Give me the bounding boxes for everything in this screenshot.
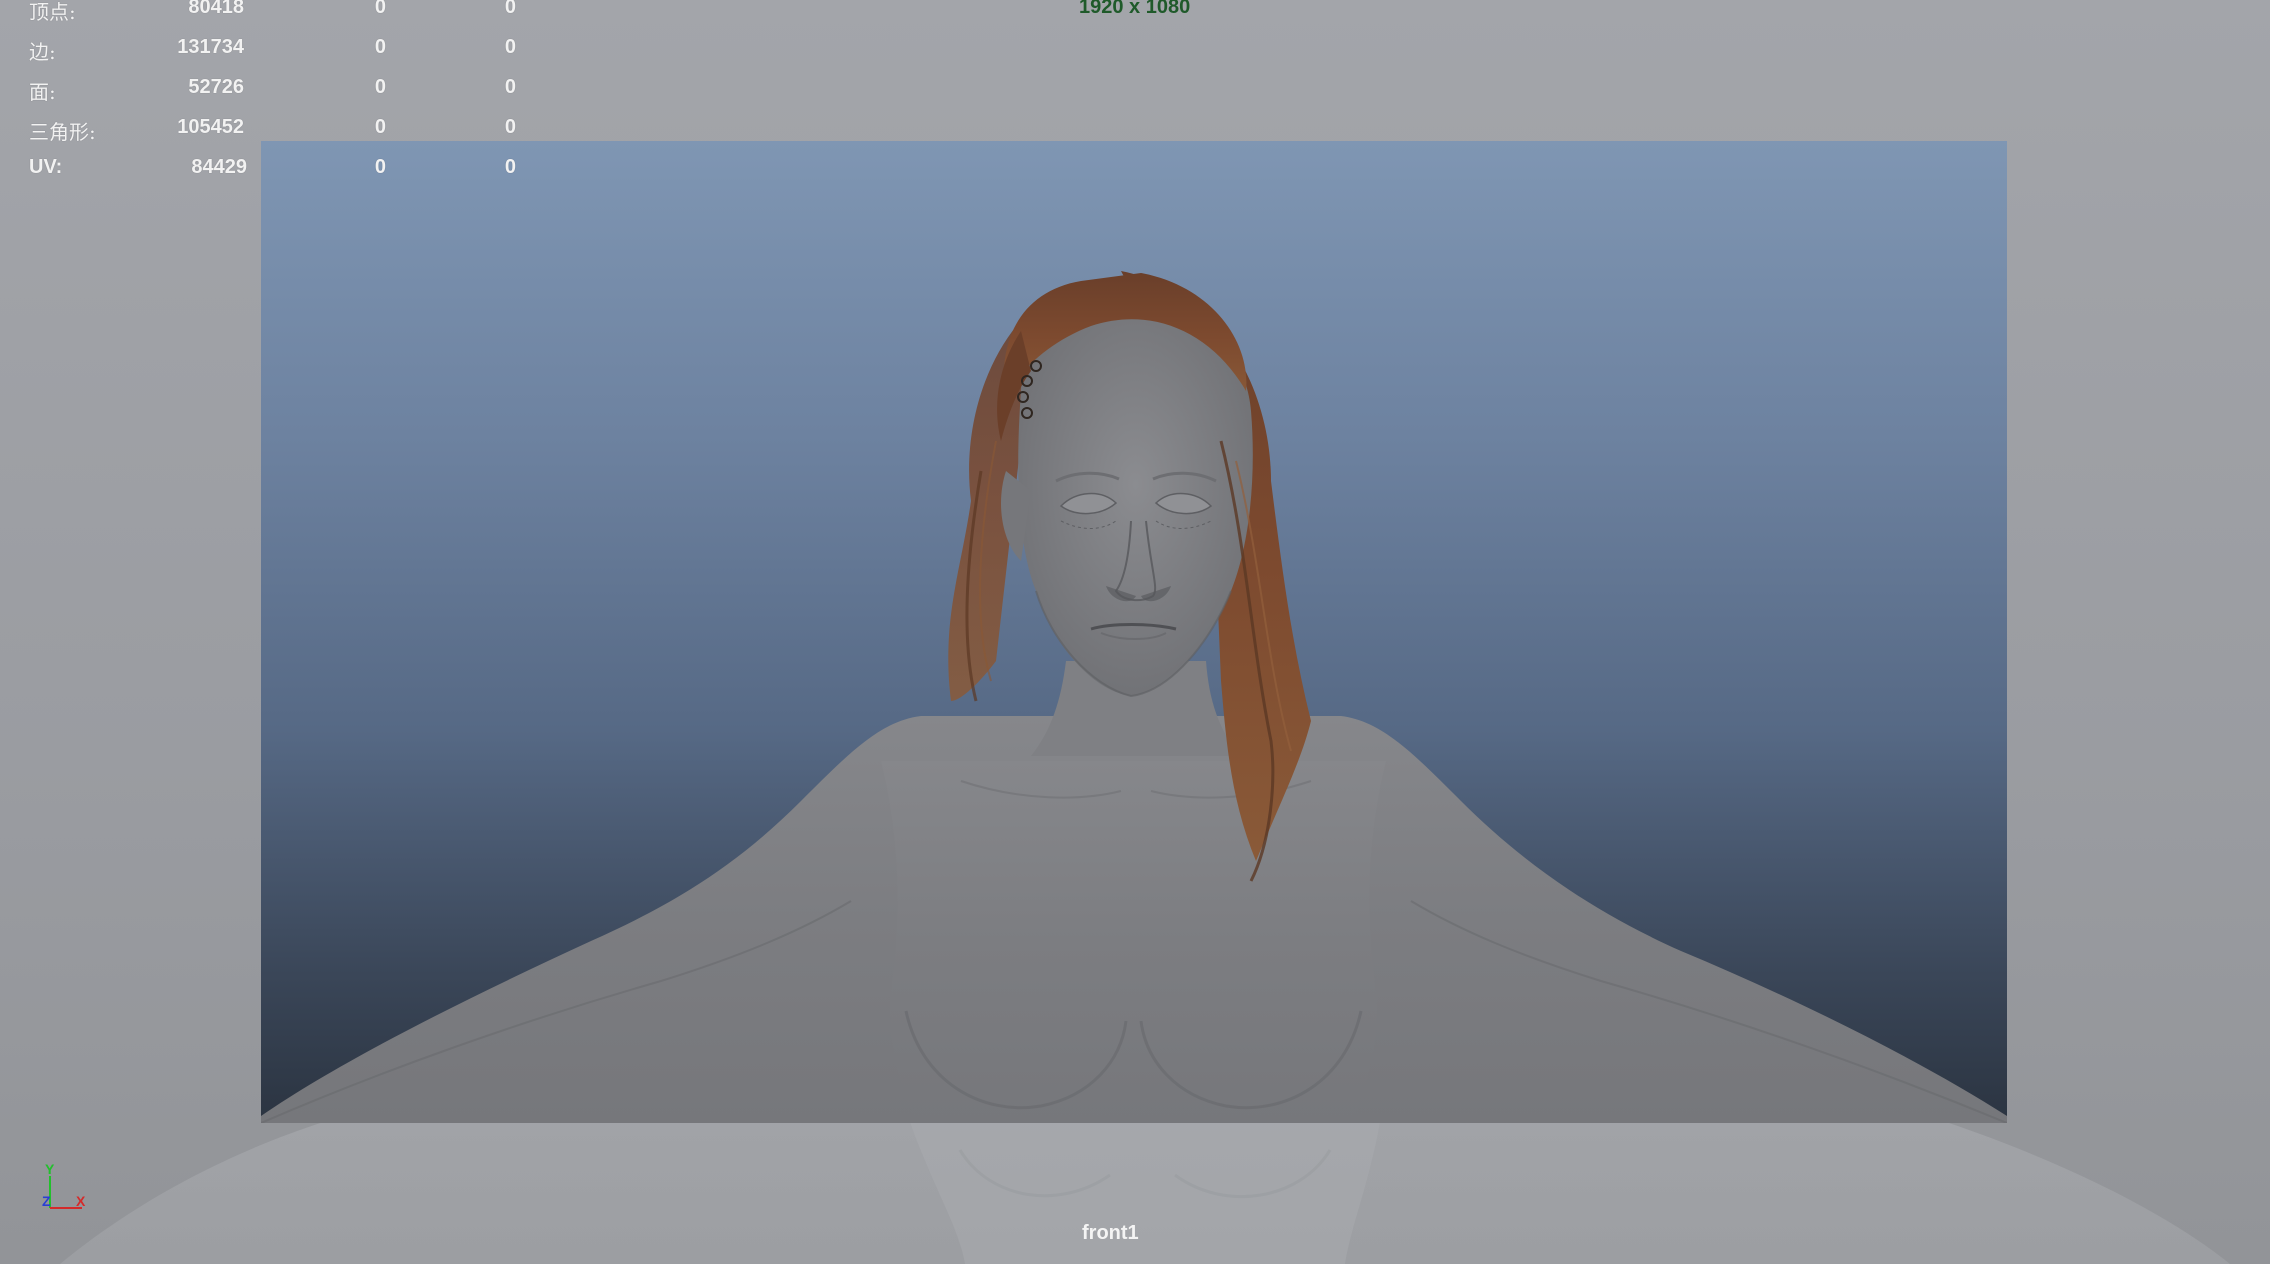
character-model[interactable]: [261, 141, 2007, 1123]
resolution-gate[interactable]: [261, 141, 2007, 1123]
hud-value-selected: 0: [374, 36, 386, 58]
axis-x-label: X: [76, 1193, 86, 1209]
hud-value-selected: 0: [374, 76, 386, 98]
hud-value-selected-components: 0: [504, 76, 516, 98]
hud-value-selected: 0: [374, 0, 386, 18]
hud-value-object: 84429: [191, 156, 247, 178]
hud-label: 边:: [29, 40, 56, 64]
axis-y-label: Y: [45, 1161, 55, 1177]
camera-name-label: front1: [1082, 1222, 1139, 1244]
hud-value-selected-components: 0: [504, 156, 516, 178]
hud-row-faces: 面: 52726 0 0: [0, 76, 560, 106]
hud-value-object: 80418: [188, 0, 244, 18]
hud-row-edges: 边: 131734 0 0: [0, 36, 560, 66]
hud-row-triangles: 三角形: 105452 0 0: [0, 116, 560, 146]
hud-value-selected-components: 0: [504, 0, 516, 18]
hud-label: 顶点:: [29, 0, 76, 24]
hud-row-uv: UV: 84429 0 0: [0, 156, 560, 186]
axis-z-label: Z: [42, 1193, 51, 1209]
hud-label: 面:: [29, 80, 56, 104]
hud-label: UV:: [29, 156, 63, 178]
hud-value-selected: 0: [374, 156, 386, 178]
hud-label: 三角形:: [29, 120, 96, 144]
hud-value-object: 105452: [177, 116, 244, 138]
maya-viewport[interactable]: 顶点: 80418 0 0 边: 131734 0 0 面: 52726 0 0…: [0, 0, 2270, 1264]
view-axis-icon: Y Z X: [38, 1160, 90, 1218]
hud-value-selected-components: 0: [504, 36, 516, 58]
hud-row-vertices: 顶点: 80418 0 0: [0, 0, 560, 26]
hud-value-object: 131734: [177, 36, 244, 58]
resolution-gate-label: 1920 x 1080: [1079, 0, 1191, 18]
hud-value-object: 52726: [188, 76, 244, 98]
hud-value-selected: 0: [374, 116, 386, 138]
hud-value-selected-components: 0: [504, 116, 516, 138]
